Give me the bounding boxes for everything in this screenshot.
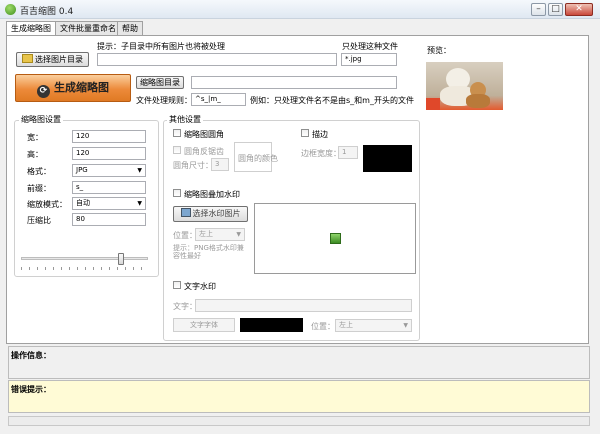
- dropdown-arrow-icon: ▼: [137, 200, 142, 207]
- app-window: 百吉缩图 0.4 – □ ✕ 生成缩略图 文件批量重命名 帮助 提示：子目录中所…: [0, 0, 600, 434]
- generate-label: 生成缩略图: [54, 81, 109, 94]
- thumb-dir-input[interactable]: [191, 76, 397, 89]
- operation-info-label: 操作信息：: [11, 351, 51, 360]
- main-panel: 提示：子目录中所有图片也将被处理 选择图片目录 只处理这种文件 *.jpg 预览…: [6, 35, 589, 344]
- width-label: 宽：: [27, 133, 43, 142]
- folder-icon: [22, 54, 33, 63]
- border-label: 描边: [312, 130, 328, 139]
- dropdown-arrow-icon: ▼: [403, 322, 408, 329]
- antialias-checkbox[interactable]: [173, 146, 181, 154]
- text-watermark-input[interactable]: [195, 299, 412, 312]
- watermark-label: 缩略图叠加水印: [184, 190, 240, 199]
- slider-thumb[interactable]: [118, 253, 124, 265]
- minimize-button[interactable]: –: [531, 3, 546, 16]
- antialias-label: 圆角反锯齿: [184, 147, 224, 156]
- compress-slider[interactable]: [21, 253, 148, 270]
- watermark-preview: [254, 203, 416, 274]
- prefix-label: 前缀：: [27, 184, 51, 193]
- scale-mode-label: 缩放模式：: [27, 200, 67, 209]
- corner-color-swatch[interactable]: 圆角的颜色: [234, 142, 278, 172]
- process-label: 只处理这种文件: [342, 42, 398, 51]
- text-label: 文字：: [173, 302, 197, 311]
- height-input[interactable]: 120: [72, 147, 146, 160]
- text-watermark-label: 文字水印: [184, 282, 216, 291]
- width-input[interactable]: 120: [72, 130, 146, 143]
- watermark-hint: 提示：PNG格式水印兼容性最好: [173, 244, 244, 260]
- window-title: 百吉缩图 0.4: [20, 7, 74, 17]
- rule-example: 例如：只处理文件名不是由s_和m_开头的文件: [250, 96, 414, 105]
- compress-input[interactable]: 80: [72, 213, 146, 226]
- compress-label: 压缩比: [27, 216, 51, 225]
- error-box: 错误提示：: [8, 380, 590, 413]
- watermark-position-value: 左上: [199, 230, 213, 238]
- preview-image: [426, 62, 503, 110]
- operation-info-box: 操作信息：: [8, 346, 590, 379]
- thumb-dir-button[interactable]: 缩略图目录: [136, 76, 184, 89]
- border-color-swatch[interactable]: [363, 145, 412, 172]
- subdir-hint: 提示：子目录中所有图片也将被处理: [97, 42, 225, 51]
- generate-thumbnails-button[interactable]: ⟳ 生成缩略图: [15, 74, 131, 102]
- app-icon: [5, 4, 16, 15]
- select-watermark-label: 选择水印图片: [192, 209, 241, 218]
- process-filter-input[interactable]: *.jpg: [341, 53, 397, 66]
- border-width-input[interactable]: 1: [338, 146, 358, 159]
- close-button[interactable]: ✕: [565, 3, 593, 16]
- format-label: 格式：: [27, 167, 51, 176]
- format-select[interactable]: JPG ▼: [72, 164, 146, 177]
- image-placeholder-icon: [330, 233, 341, 244]
- tab-help[interactable]: 帮助: [117, 21, 143, 36]
- thumb-settings-title: 缩略图设置: [19, 114, 63, 125]
- text-color-swatch[interactable]: [240, 318, 303, 332]
- dropdown-arrow-icon: ▼: [236, 231, 241, 238]
- status-bar: [8, 416, 590, 426]
- scale-mode-select[interactable]: 自动 ▼: [72, 197, 146, 210]
- text-position-value: 左上: [339, 321, 353, 329]
- prefix-input[interactable]: s_: [72, 181, 146, 194]
- error-label: 错误提示：: [11, 385, 51, 394]
- border-checkbox[interactable]: [301, 129, 309, 137]
- text-position-select[interactable]: 左上 ▼: [335, 319, 412, 332]
- preview-label: 预览：: [427, 46, 451, 55]
- watermark-position-select[interactable]: 左上 ▼: [195, 228, 245, 241]
- slider-track: [21, 257, 148, 260]
- source-dir-input[interactable]: [97, 53, 337, 66]
- select-dir-button[interactable]: 选择图片目录: [16, 52, 89, 67]
- select-dir-label: 选择图片目录: [35, 55, 83, 64]
- scale-mode-value: 自动: [76, 199, 90, 207]
- rounded-corner-label: 缩略图圆角: [184, 130, 224, 139]
- image-icon: [180, 208, 191, 217]
- title-bar[interactable]: 百吉缩图 0.4 – □ ✕: [0, 0, 600, 19]
- corner-size-label: 圆角尺寸：: [173, 161, 213, 170]
- font-button[interactable]: 文字字体: [173, 318, 235, 332]
- corner-size-input[interactable]: 3: [211, 158, 229, 171]
- other-settings-title: 其他设置: [167, 114, 203, 125]
- maximize-button[interactable]: □: [548, 3, 563, 16]
- rounded-corner-checkbox[interactable]: [173, 129, 181, 137]
- slider-ticks: [21, 267, 148, 270]
- rule-label: 文件处理规则：: [136, 96, 192, 105]
- height-label: 高：: [27, 150, 43, 159]
- dropdown-arrow-icon: ▼: [137, 167, 142, 174]
- watermark-position-label: 位置：: [173, 231, 197, 240]
- tab-rename[interactable]: 文件批量重命名: [55, 21, 121, 36]
- watermark-checkbox[interactable]: [173, 189, 181, 197]
- text-position-label: 位置：: [311, 322, 335, 331]
- select-watermark-button[interactable]: 选择水印图片: [173, 206, 248, 222]
- corner-color-label: 圆角的颜色: [238, 154, 278, 163]
- format-value: JPG: [76, 166, 88, 174]
- rule-input[interactable]: ^s_|m_: [191, 93, 246, 106]
- refresh-icon: ⟳: [37, 85, 50, 98]
- text-watermark-checkbox[interactable]: [173, 281, 181, 289]
- border-width-label: 边框宽度：: [301, 149, 341, 158]
